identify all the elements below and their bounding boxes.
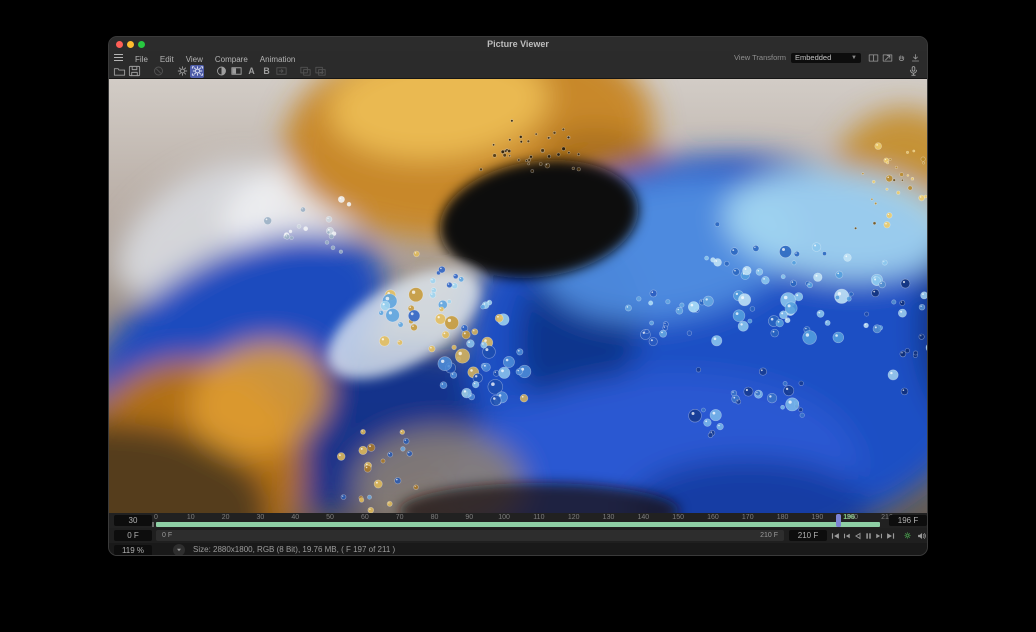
set-image-a-icon[interactable]: A [244,65,258,78]
cache-bar [156,522,880,527]
transport-controls [831,530,928,541]
toolbar: AB [109,64,927,79]
ruler-tick-label: 110 [533,514,544,521]
range-end-field[interactable]: 210 F [789,530,827,541]
save-image-icon[interactable] [127,65,141,78]
view-transform-select[interactable]: Embedded ▼ [791,53,861,63]
view-transform-value: Embedded [795,53,831,62]
step-forward-button[interactable] [875,531,884,541]
ruler-tick-label: 160 [707,514,719,521]
render-settings-button[interactable] [903,531,912,541]
range-start-handle[interactable] [152,522,154,527]
stamp-mic-icon[interactable] [906,65,920,78]
menu-edit[interactable]: Edit [154,55,180,64]
ruler-tick-label: 50 [326,514,334,521]
zoom-window-button[interactable] [138,41,145,48]
image-info-text: Size: 2880x1800, RGB (8 Bit), 19.76 MB, … [193,543,395,556]
close-window-button[interactable] [116,41,123,48]
timeline-ruler-row: 30 196 010203040506070809010011012013014… [109,513,927,529]
timeline-ruler[interactable]: 196 010203040506070809010011012013014015… [156,513,887,528]
fullscreen-icon[interactable] [882,52,893,63]
paste-image-icon [313,65,327,78]
range-bar-start-label: 0 F [162,532,172,539]
menu-view[interactable]: View [180,55,209,64]
ruler-tick-label: 70 [396,514,404,521]
svg-text:B: B [263,66,269,76]
ruler-tick-label: 190 [812,514,824,521]
current-frame-field[interactable]: 196 F [889,515,927,526]
split-view-icon[interactable] [868,52,879,63]
playhead-marker[interactable] [836,514,841,527]
view-transform-label: View Transform [734,53,786,62]
dock-icon[interactable] [910,52,921,63]
step-back-button[interactable] [842,531,851,541]
stop-render-icon [151,65,165,78]
set-image-b-icon[interactable]: B [259,65,273,78]
goto-start-button[interactable] [831,531,840,541]
hamburger-menu-icon[interactable] [114,54,123,61]
rendered-image [109,79,928,513]
svg-text:A: A [248,66,255,76]
ruler-tick-label: 120 [568,514,580,521]
menu-file[interactable]: File [129,55,154,64]
range-start-field[interactable]: 0 F [114,530,152,541]
settings-gear-icon[interactable] [175,65,189,78]
ruler-tick-label: 0 [154,514,158,521]
desktop-background: Picture Viewer FileEditViewCompareAnimat… [0,0,1036,632]
pause-button[interactable] [864,531,873,541]
filter-gear-icon[interactable] [190,65,204,78]
chevron-down-icon: ▼ [851,55,857,61]
zoom-options-button[interactable] [173,544,185,556]
preview-range-bar[interactable]: 0 F 210 F [156,530,784,541]
ruler-tick-label: 80 [431,514,439,521]
copy-image-icon [298,65,312,78]
ruler-tick-label: 90 [465,514,473,521]
range-bar-end-label: 210 F [760,532,778,539]
menu-animation[interactable]: Animation [254,55,302,64]
ruler-tick-label: 140 [637,514,649,521]
menu-bar: FileEditViewCompareAnimation View Transf… [109,51,927,65]
chevron-down-icon [175,546,183,554]
ruler-tick-label: 180 [777,514,789,521]
pan-hand-icon[interactable] [896,52,907,63]
ruler-tick-label: 150 [672,514,684,521]
minimize-window-button[interactable] [127,41,134,48]
ruler-tick-label: 130 [603,514,615,521]
timeline-range-row: 0 F 0 F 210 F 210 F [109,528,927,544]
open-folder-icon[interactable] [112,65,126,78]
menu-compare[interactable]: Compare [209,55,254,64]
menubar-icon-group [868,52,922,63]
status-bar: 119 % Size: 2880x1800, RGB (8 Bit), 19.7… [109,543,927,556]
ruler-tick-label: 10 [187,514,195,521]
play-backward-button[interactable] [853,531,862,541]
ruler-tick-label: 170 [742,514,754,521]
ruler-tick-label: 40 [291,514,299,521]
menubar-right: View Transform Embedded ▼ [734,52,927,63]
frame-rate-field[interactable]: 30 [114,515,152,526]
toolbar-icon-group: AB [112,65,328,78]
image-viewport[interactable] [109,79,928,513]
ruler-tick-label: 60 [361,514,369,521]
ruler-tick-label: 100 [498,514,510,521]
toolbar-right-group [906,65,927,78]
compare-ab-icon[interactable] [229,65,243,78]
swap-ab-icon [274,65,288,78]
goto-end-button[interactable] [886,531,895,541]
ruler-tick-label: 200 [846,514,858,521]
zoom-level-field[interactable]: 119 % [114,545,152,556]
picture-viewer-window: Picture Viewer FileEditViewCompareAnimat… [108,36,928,556]
ruler-tick-label: 20 [222,514,230,521]
audio-button[interactable] [917,531,926,541]
contrast-icon[interactable] [214,65,228,78]
ruler-tick-label: 30 [257,514,265,521]
